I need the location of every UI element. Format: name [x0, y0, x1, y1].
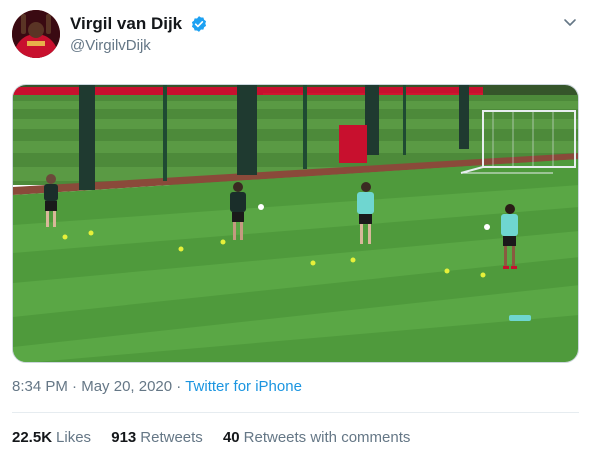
- divider: [12, 412, 579, 413]
- likes-count: 22.5K: [12, 429, 53, 446]
- separator: ·: [72, 378, 78, 395]
- tweet-timestamp: 8:34 PM · May 20, 2020 · Twitter for iPh…: [12, 378, 302, 395]
- likes-stat[interactable]: 22.5K Likes: [12, 429, 91, 446]
- display-name[interactable]: Virgil van Dijk: [70, 14, 182, 33]
- tweet-header: Virgil van Dijk @VirgilvDijk: [12, 10, 582, 60]
- retweets-count: 913: [111, 429, 137, 446]
- quote-tweets-label: Retweets with comments: [243, 429, 411, 446]
- tweet-time[interactable]: 8:34 PM: [12, 378, 68, 395]
- likes-label: Likes: [56, 429, 92, 446]
- chevron-down-icon[interactable]: [562, 14, 578, 30]
- retweets-stat[interactable]: 913 Retweets: [111, 429, 203, 446]
- quote-tweets-count: 40: [222, 429, 240, 446]
- retweets-label: Retweets: [140, 429, 203, 446]
- avatar[interactable]: [12, 10, 60, 58]
- verified-badge-icon: [190, 15, 208, 33]
- user-identity[interactable]: Virgil van Dijk @VirgilvDijk: [70, 14, 208, 54]
- avatar-image: [12, 10, 60, 58]
- user-handle[interactable]: @VirgilvDijk: [70, 37, 208, 54]
- tweet-card: Virgil van Dijk @VirgilvDijk 8:34 PM · M…: [0, 0, 591, 461]
- quote-tweets-stat[interactable]: 40 Retweets with comments: [223, 429, 410, 446]
- tweet-stats: 22.5K Likes 913 Retweets 40 Retweets with c…: [12, 429, 426, 446]
- training-photo: [13, 85, 578, 362]
- tweet-date[interactable]: May 20, 2020: [81, 378, 172, 395]
- tweet-media-photo[interactable]: [12, 84, 579, 363]
- separator: ·: [176, 378, 182, 395]
- tweet-source-link[interactable]: Twitter for iPhone: [185, 378, 302, 395]
